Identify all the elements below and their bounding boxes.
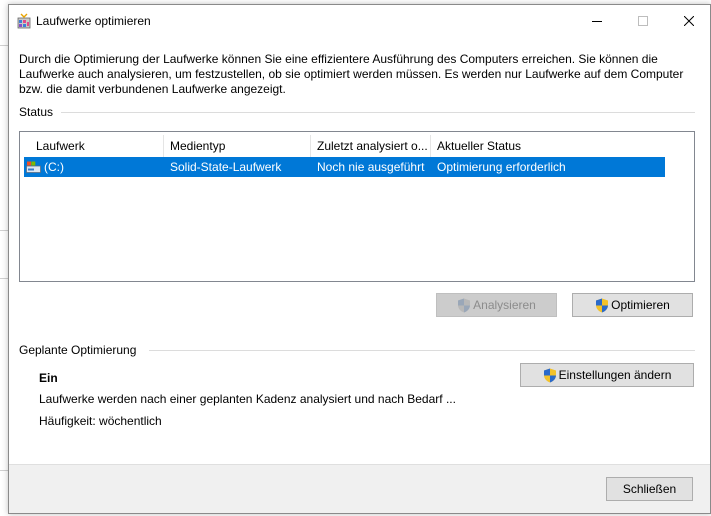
status-group-label: Status [19, 105, 54, 119]
change-settings-button-label: Einstellungen ändern [558, 368, 672, 382]
column-header-current-status[interactable]: Aktueller Status [431, 135, 665, 157]
optimize-button-label: Optimieren [611, 298, 670, 312]
window-title: Laufwerke optimieren [36, 14, 151, 28]
description-text: Durch die Optimierung der Laufwerke könn… [19, 52, 684, 96]
optimize-drives-dialog: Laufwerke optimieren Durch die Optimieru… [8, 4, 711, 514]
close-icon [684, 15, 694, 26]
analyze-button-label: Analysieren [473, 298, 536, 312]
minimize-button[interactable] [574, 5, 620, 36]
scheduled-group-label: Geplante Optimierung [19, 343, 137, 357]
cell-last-analyzed: Noch nie ausgeführt [317, 160, 425, 174]
schedule-state: Ein [39, 371, 58, 385]
analyze-button: Analysieren [436, 293, 557, 317]
close-dialog-button[interactable]: Schließen [606, 477, 693, 501]
defrag-app-icon [17, 13, 31, 29]
title-bar[interactable]: Laufwerke optimieren [9, 5, 710, 36]
uac-shield-icon [596, 298, 609, 312]
background-divider [0, 230, 8, 231]
status-divider [61, 112, 695, 113]
cell-media-type: Solid-State-Laufwerk [170, 160, 282, 174]
cell-current-status: Optimierung erforderlich [437, 160, 566, 174]
dialog-footer: Schließen [9, 464, 710, 513]
cell-drive: (C:) [44, 160, 64, 174]
uac-shield-icon [543, 368, 556, 382]
schedule-frequency: Häufigkeit: wöchentlich [39, 414, 162, 428]
maximize-button [620, 5, 666, 36]
background-divider [0, 470, 8, 471]
column-header-last-analyzed[interactable]: Zuletzt analysiert o... [311, 135, 431, 157]
list-header: Laufwerk Medientyp Zuletzt analysiert o.… [20, 135, 694, 157]
drives-list[interactable]: Laufwerk Medientyp Zuletzt analysiert o.… [19, 131, 695, 282]
drive-icon [26, 161, 41, 173]
optimize-button[interactable]: Optimieren [572, 293, 693, 317]
close-button[interactable] [666, 5, 711, 36]
background-divider [0, 278, 8, 279]
schedule-description: Laufwerke werden nach einer geplanten Ka… [39, 392, 456, 406]
column-header-drive[interactable]: Laufwerk [30, 135, 164, 157]
background-divider [0, 45, 8, 46]
maximize-icon [638, 15, 648, 26]
change-settings-button[interactable]: Einstellungen ändern [520, 363, 694, 387]
minimize-icon [592, 20, 602, 22]
uac-shield-icon [458, 298, 471, 312]
table-row[interactable]: (C:) Solid-State-Laufwerk Noch nie ausge… [24, 157, 665, 177]
scheduled-divider [149, 350, 695, 351]
column-header-media-type[interactable]: Medientyp [164, 135, 311, 157]
